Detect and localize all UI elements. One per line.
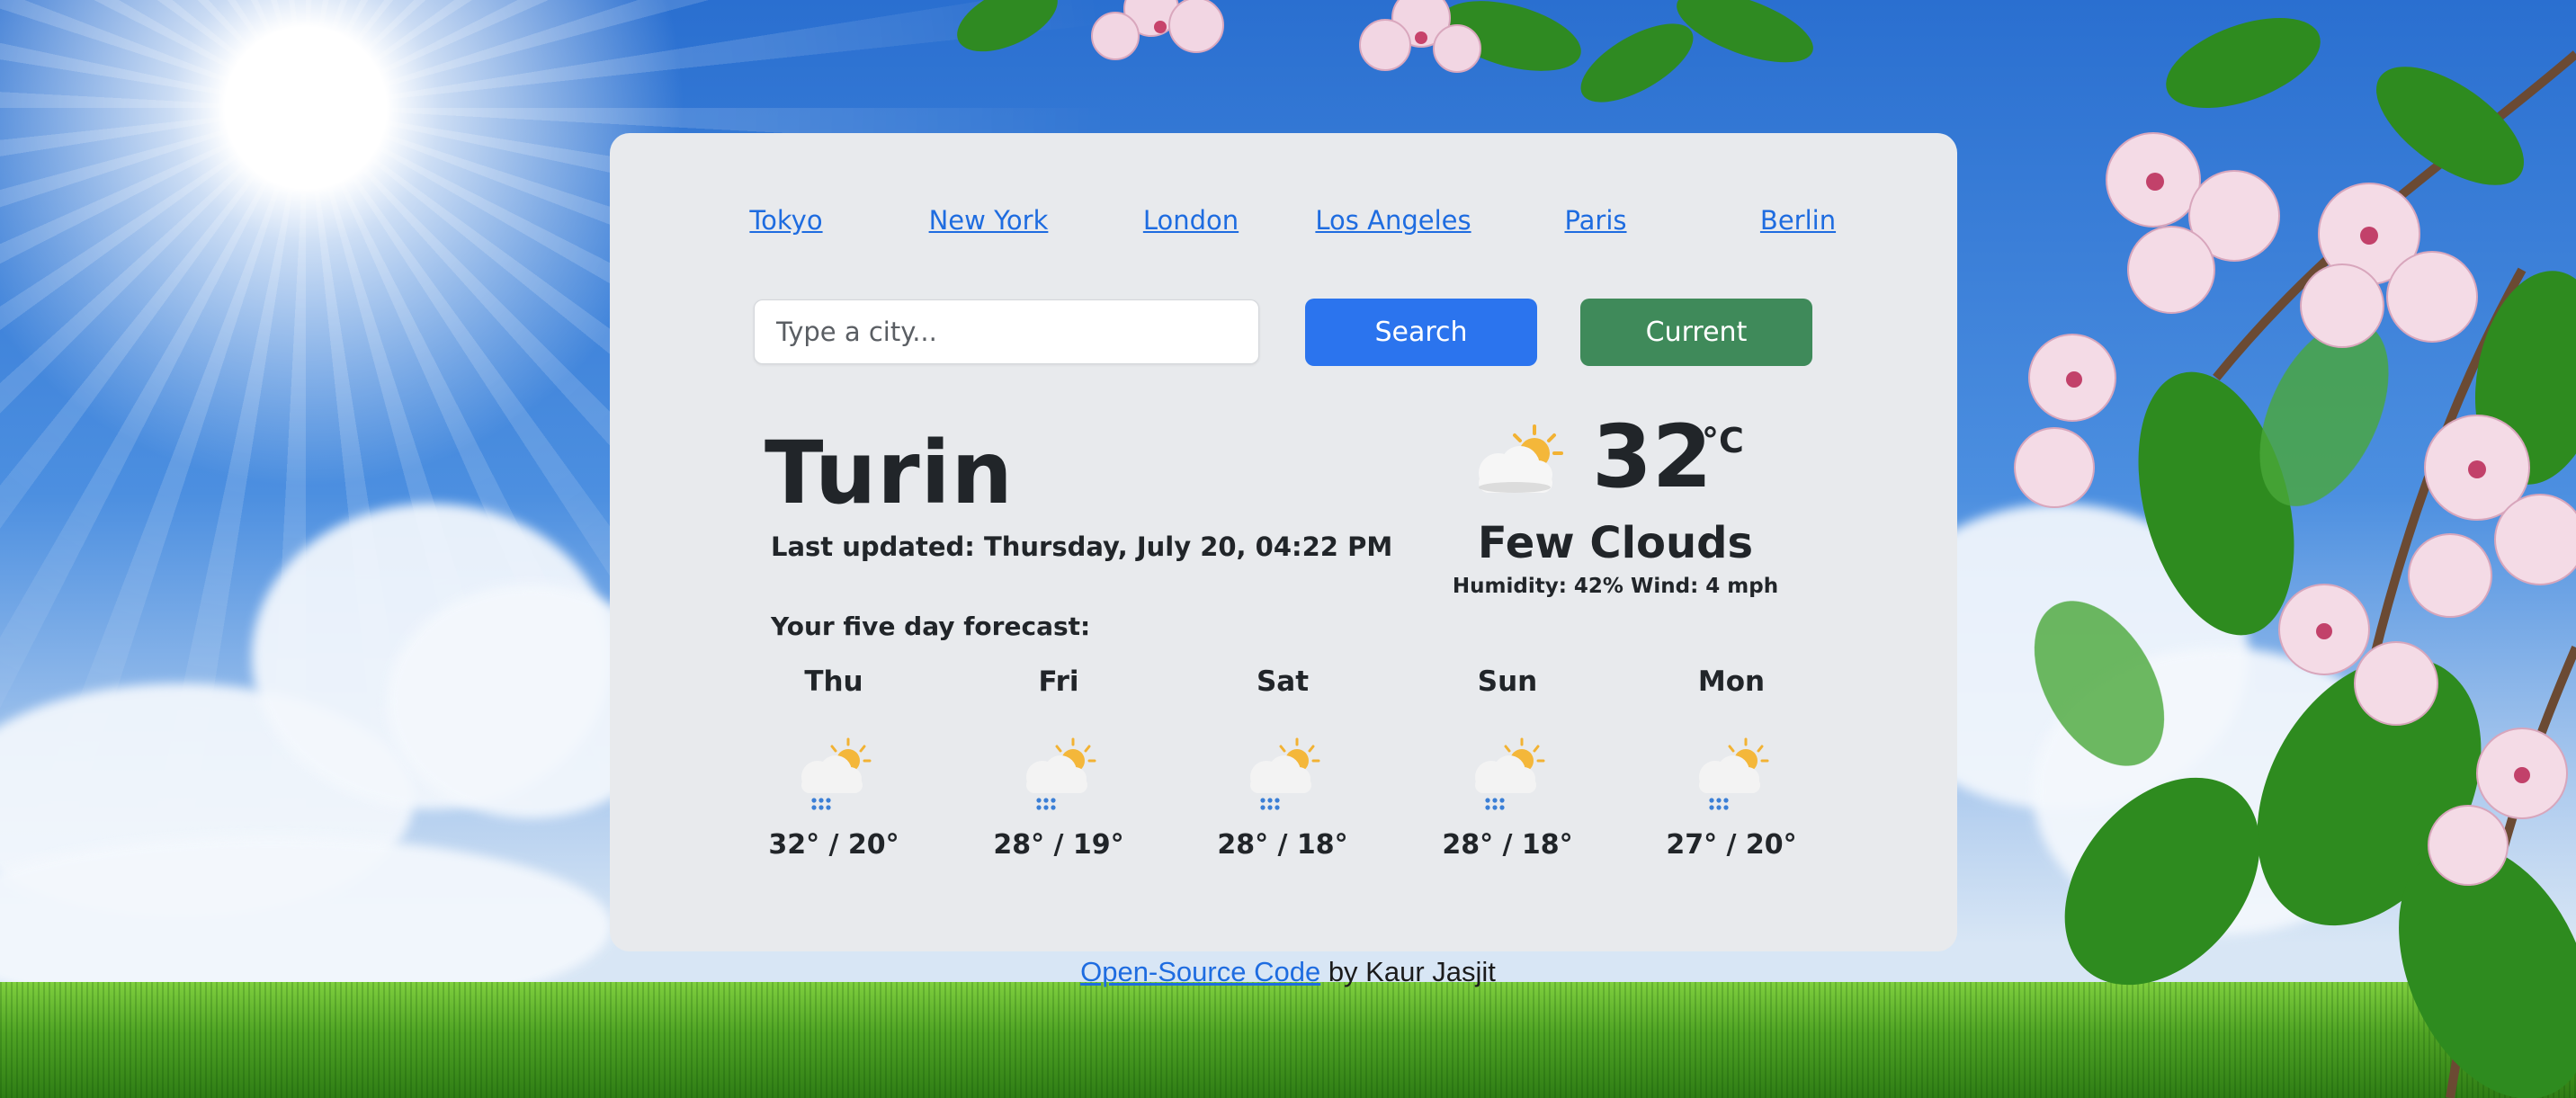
sun-behind-cloud-icon [1479, 424, 1563, 493]
forecast-day: Thu 32° / 20° [744, 665, 924, 861]
forecast-day-name: Mon [1697, 665, 1766, 698]
forecast-day-name: Thu [804, 665, 863, 698]
author-credit-text: by Kaur Jasjit [1320, 956, 1496, 987]
forecast-day-temps: 27° / 20° [1666, 829, 1797, 861]
city-search-input[interactable] [754, 299, 1259, 364]
city-link-london[interactable]: London [1092, 205, 1290, 236]
sun-cloud-rain-icon [1026, 737, 1096, 810]
sun-cloud-rain-icon [801, 737, 872, 810]
current-temperature: 32 [1592, 406, 1713, 507]
forecast-day: Sat 28° / 18° [1193, 665, 1373, 861]
forecast-day-name: Fri [1038, 665, 1079, 698]
forecast-day: Mon 27° / 20° [1641, 665, 1821, 861]
city-name: Turin [765, 423, 1014, 523]
temperature-unit: °C [1702, 421, 1744, 460]
forecast-day: Fri 28° / 19° [969, 665, 1149, 861]
cherry-blossom-branch-decoration [2014, 17, 2576, 1098]
open-source-code-link[interactable]: Open-Source Code [1080, 956, 1320, 987]
sun-cloud-rain-icon [1475, 737, 1545, 810]
forecast-day-temps: 32° / 20° [768, 829, 899, 861]
forecast-title: Your five day forecast: [771, 611, 1091, 641]
city-link-los-angeles[interactable]: Los Angeles [1294, 205, 1492, 236]
sun-cloud-rain-icon [1250, 737, 1320, 810]
forecast-day-name: Sat [1256, 665, 1310, 698]
weather-description: Few Clouds [1477, 518, 1754, 568]
forecast-day: Sun 28° / 18° [1418, 665, 1597, 861]
weather-card: Tokyo New York London Los Angeles Paris … [610, 133, 1957, 951]
city-link-paris[interactable]: Paris [1497, 205, 1695, 236]
forecast-day-temps: 28° / 18° [1442, 829, 1573, 861]
city-link-new-york[interactable]: New York [890, 205, 1087, 236]
current-location-button[interactable]: Current [1580, 299, 1812, 366]
forecast-day-name: Sun [1477, 665, 1538, 698]
city-link-tokyo[interactable]: Tokyo [687, 205, 885, 236]
last-updated-text: Last updated: Thursday, July 20, 04:22 P… [771, 531, 1393, 562]
search-button[interactable]: Search [1305, 299, 1537, 366]
top-blossoms-decoration [957, 0, 1813, 103]
forecast-day-temps: 28° / 18° [1217, 829, 1348, 861]
humidity-wind-text: Humidity: 42% Wind: 4 mph [1452, 575, 1779, 598]
city-links-nav: Tokyo New York London Los Angeles Paris … [610, 205, 1957, 241]
sun-cloud-rain-icon [1699, 737, 1769, 810]
forecast-day-temps: 28° / 19° [993, 829, 1124, 861]
city-link-berlin[interactable]: Berlin [1699, 205, 1897, 236]
footer-credit: Open-Source Code by Kaur Jasjit [0, 956, 2576, 988]
